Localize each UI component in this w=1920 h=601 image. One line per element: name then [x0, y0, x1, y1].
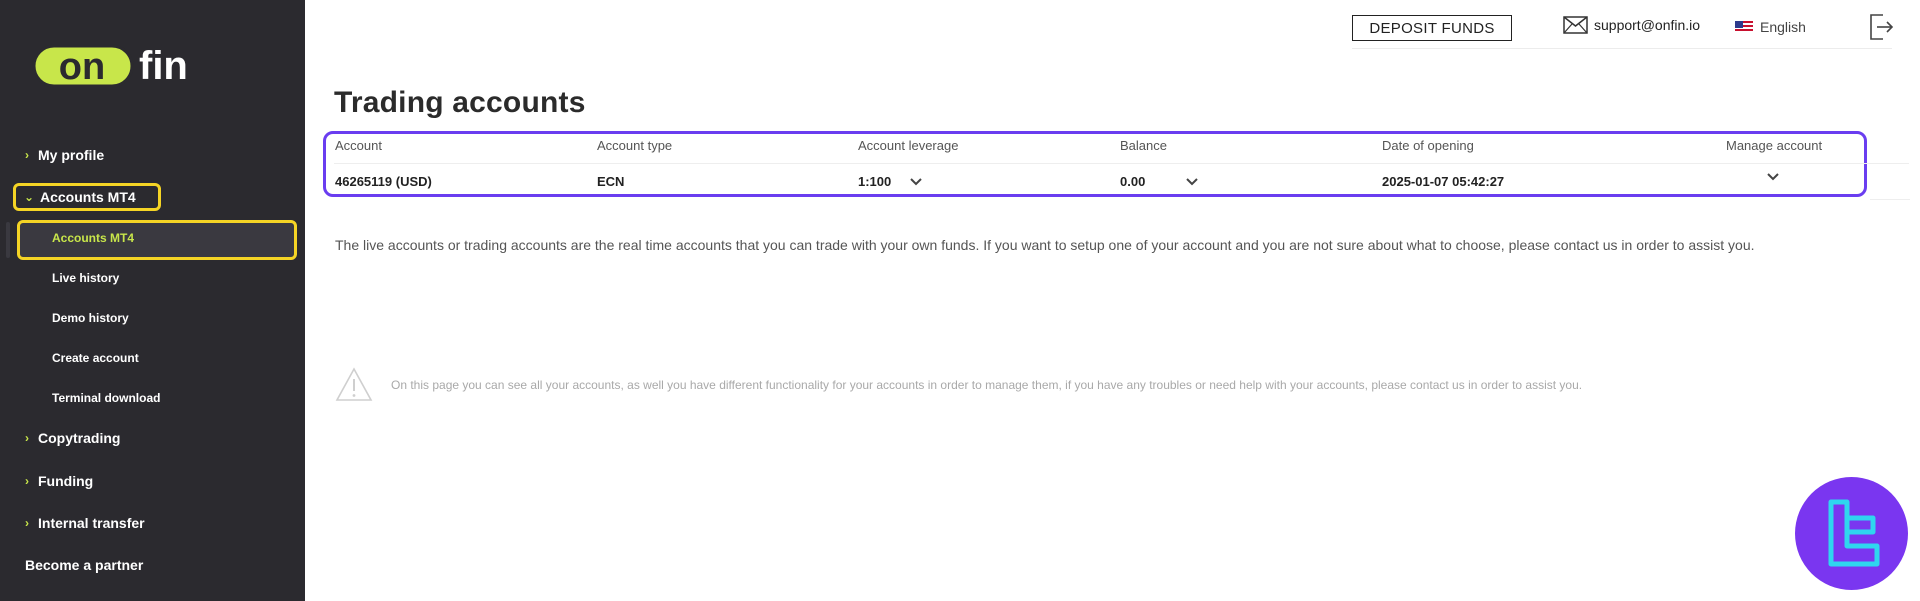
warning-icon [335, 367, 373, 401]
manage-account-chevron-icon[interactable] [1766, 172, 1780, 182]
sidebar-item-label: Become a partner [25, 557, 144, 573]
sidebar-subitem-create-account[interactable]: Create account [0, 343, 305, 373]
table-row-divider [1870, 199, 1910, 200]
column-header-balance: Balance [1120, 138, 1167, 153]
top-divider [1352, 48, 1892, 49]
date-of-opening: 2025-01-07 05:42:27 [1382, 174, 1505, 189]
table-header-divider [334, 163, 1909, 164]
balance-value: 0.00 [1120, 174, 1146, 189]
chevron-down-icon [1186, 177, 1199, 185]
language-selector[interactable]: English [1735, 19, 1806, 35]
chevron-right-icon: › [25, 516, 29, 530]
info-text: The live accounts or trading accounts ar… [335, 237, 1755, 253]
notice: On this page you can see all your accoun… [335, 367, 1582, 402]
column-header-manage: Manage account [1726, 138, 1823, 153]
leverage-value: 1:100 [858, 174, 892, 189]
tc-badge-icon [1828, 499, 1879, 566]
column-header-date: Date of opening [1382, 138, 1474, 153]
notice-text: On this page you can see all your accoun… [391, 377, 1583, 392]
chevron-down-icon: ⌄ [23, 190, 35, 204]
sidebar-item-become-partner[interactable]: Become a partner [0, 550, 305, 580]
sidebar-item-label: Accounts MT4 [40, 189, 136, 205]
sidebar-item-accounts-mt4[interactable]: ⌄ Accounts MT4 [0, 182, 305, 212]
chevron-right-icon: › [25, 474, 29, 488]
sidebar-item-funding[interactable]: › Funding [0, 466, 305, 496]
sidebar-subitem-live-history[interactable]: Live history [0, 263, 305, 293]
support-email-link[interactable]: support@onfin.io [1563, 16, 1700, 34]
sidebar-subitem-demo-history[interactable]: Demo history [0, 303, 305, 333]
sidebar-item-copytrading[interactable]: › Copytrading [0, 423, 305, 453]
deposit-funds-button[interactable]: DEPOSIT FUNDS [1352, 15, 1512, 41]
app-root: on fin › My profile ⌄ Accounts MT4 Accou… [0, 0, 1920, 601]
us-flag-icon [1735, 21, 1753, 33]
page-title: Trading accounts [334, 86, 586, 119]
logout-icon[interactable] [1868, 13, 1894, 41]
mail-icon [1563, 16, 1588, 34]
leverage-select[interactable]: 1:100 [858, 174, 923, 189]
sidebar-item-label: My profile [38, 147, 105, 163]
sidebar-subitem-label: Create account [52, 351, 139, 365]
sidebar-item-label: Internal transfer [38, 515, 145, 531]
chevron-right-icon: › [25, 431, 29, 445]
chevron-down-icon [910, 177, 922, 185]
account-type: ECN [597, 174, 625, 189]
sidebar-subitem-terminal-download[interactable]: Terminal download [0, 383, 305, 413]
sidebar: on fin › My profile ⌄ Accounts MT4 Accou… [0, 0, 305, 601]
sidebar-subitem-label: Terminal download [52, 391, 161, 405]
onfin-logo[interactable]: on fin [32, 40, 237, 92]
sidebar-item-internal-transfer[interactable]: › Internal transfer [0, 508, 305, 538]
column-header-account-type: Account type [597, 138, 673, 153]
column-header-leverage: Account leverage [858, 138, 959, 153]
chevron-right-icon: › [25, 148, 29, 162]
accounts-table-highlight [323, 131, 1867, 197]
sidebar-subitem-label: Demo history [52, 311, 129, 325]
column-header-account: Account [335, 138, 382, 153]
sidebar-subitem-label: Accounts MT4 [52, 231, 135, 245]
sidebar-item-my-profile[interactable]: › My profile [0, 140, 305, 170]
svg-text:on: on [59, 46, 105, 88]
sidebar-item-label: Funding [38, 473, 94, 489]
sidebar-subitem-label: Live history [52, 271, 120, 285]
language-label: English [1760, 19, 1806, 35]
tc-badge [1795, 477, 1908, 590]
balance-select[interactable]: 0.00 [1120, 174, 1199, 189]
sidebar-item-label: Copytrading [38, 430, 121, 446]
svg-text:fin: fin [139, 44, 188, 88]
account-number: 46265119 (USD) [335, 174, 432, 189]
support-email: support@onfin.io [1594, 17, 1701, 33]
sidebar-subitem-accounts-mt4[interactable]: Accounts MT4 [0, 223, 305, 253]
